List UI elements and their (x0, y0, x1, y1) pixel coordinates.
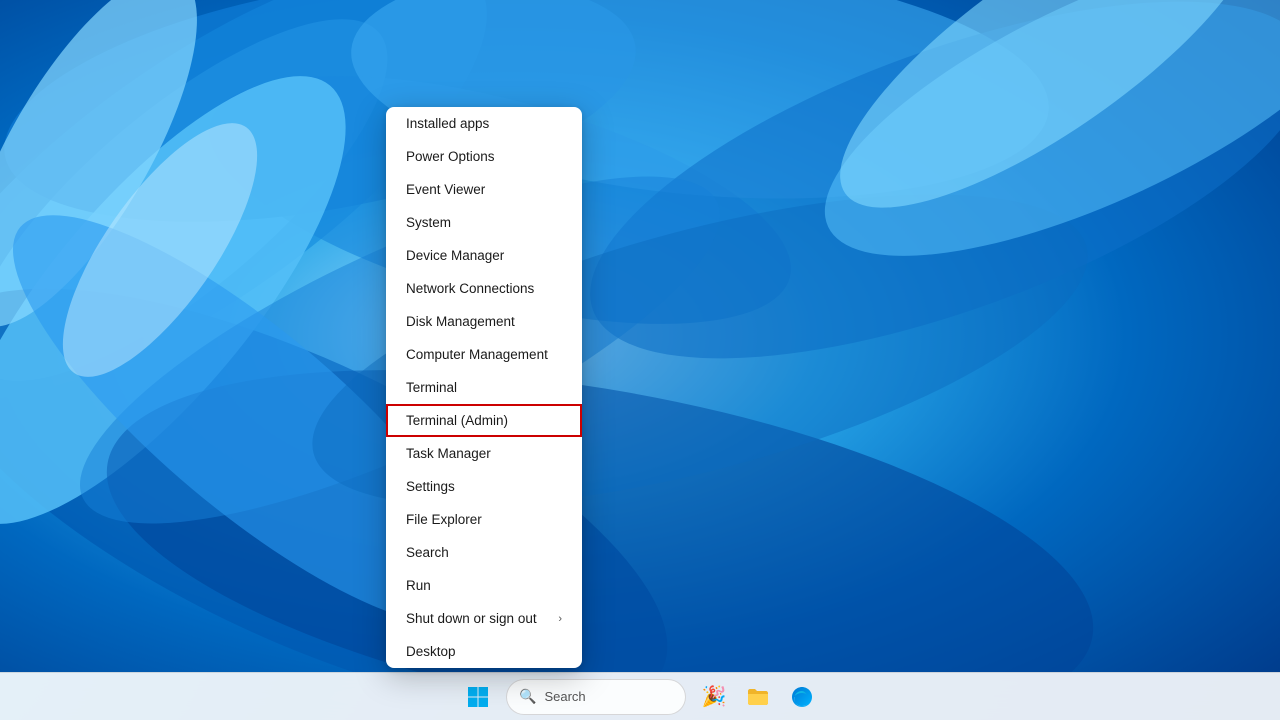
menu-item-run[interactable]: Run (386, 569, 582, 602)
menu-item-task-manager[interactable]: Task Manager (386, 437, 582, 470)
menu-item-desktop[interactable]: Desktop (386, 635, 582, 668)
menu-item-system[interactable]: System (386, 206, 582, 239)
menu-item-label-device-manager: Device Manager (406, 248, 504, 263)
menu-item-installed-apps[interactable]: Installed apps (386, 107, 582, 140)
menu-item-label-system: System (406, 215, 451, 230)
menu-item-computer-management[interactable]: Computer Management (386, 338, 582, 371)
menu-item-search[interactable]: Search (386, 536, 582, 569)
menu-item-label-task-manager: Task Manager (406, 446, 491, 461)
menu-item-settings[interactable]: Settings (386, 470, 582, 503)
menu-item-label-desktop: Desktop (406, 644, 456, 659)
menu-item-label-terminal-admin: Terminal (Admin) (406, 413, 508, 428)
folder-icon (746, 685, 770, 709)
celebration-icon: 🎉 (702, 684, 727, 709)
menu-item-label-power-options: Power Options (406, 149, 495, 164)
taskbar-center: 🔍 Search 🎉 (458, 677, 822, 717)
search-icon: 🔍 (519, 688, 536, 705)
menu-item-label-terminal: Terminal (406, 380, 457, 395)
menu-item-power-options[interactable]: Power Options (386, 140, 582, 173)
menu-item-event-viewer[interactable]: Event Viewer (386, 173, 582, 206)
menu-item-network-connections[interactable]: Network Connections (386, 272, 582, 305)
menu-item-label-installed-apps: Installed apps (406, 116, 489, 131)
file-explorer-taskbar-button[interactable] (738, 677, 778, 717)
menu-item-device-manager[interactable]: Device Manager (386, 239, 582, 272)
celebration-taskbar-icon[interactable]: 🎉 (694, 677, 734, 717)
taskbar: 🔍 Search 🎉 (0, 672, 1280, 720)
submenu-arrow-icon: › (558, 613, 562, 625)
menu-item-file-explorer[interactable]: File Explorer (386, 503, 582, 536)
edge-taskbar-button[interactable] (782, 677, 822, 717)
windows-logo-icon (466, 685, 490, 709)
edge-icon (790, 685, 814, 709)
start-button[interactable] (458, 677, 498, 717)
taskbar-search[interactable]: 🔍 Search (506, 679, 686, 715)
menu-item-shut-down-sign-out[interactable]: Shut down or sign out › (386, 602, 582, 635)
menu-item-disk-management[interactable]: Disk Management (386, 305, 582, 338)
menu-item-label-settings: Settings (406, 479, 455, 494)
bloom-svg (0, 0, 1280, 672)
desktop: Installed apps Power Options Event Viewer S… (0, 0, 1280, 720)
search-label: Search (544, 689, 585, 704)
menu-item-label-search: Search (406, 545, 449, 560)
desktop-background (0, 0, 1280, 672)
menu-item-label-shut-down-sign-out: Shut down or sign out (406, 611, 537, 626)
menu-item-terminal-admin[interactable]: Terminal (Admin) (386, 404, 582, 437)
context-menu: Installed apps Power Options Event Viewer S… (386, 107, 582, 668)
menu-item-label-network-connections: Network Connections (406, 281, 534, 296)
menu-item-terminal[interactable]: Terminal (386, 371, 582, 404)
menu-item-label-disk-management: Disk Management (406, 314, 515, 329)
menu-item-label-file-explorer: File Explorer (406, 512, 482, 527)
menu-item-label-event-viewer: Event Viewer (406, 182, 485, 197)
menu-item-label-computer-management: Computer Management (406, 347, 548, 362)
menu-item-label-run: Run (406, 578, 431, 593)
